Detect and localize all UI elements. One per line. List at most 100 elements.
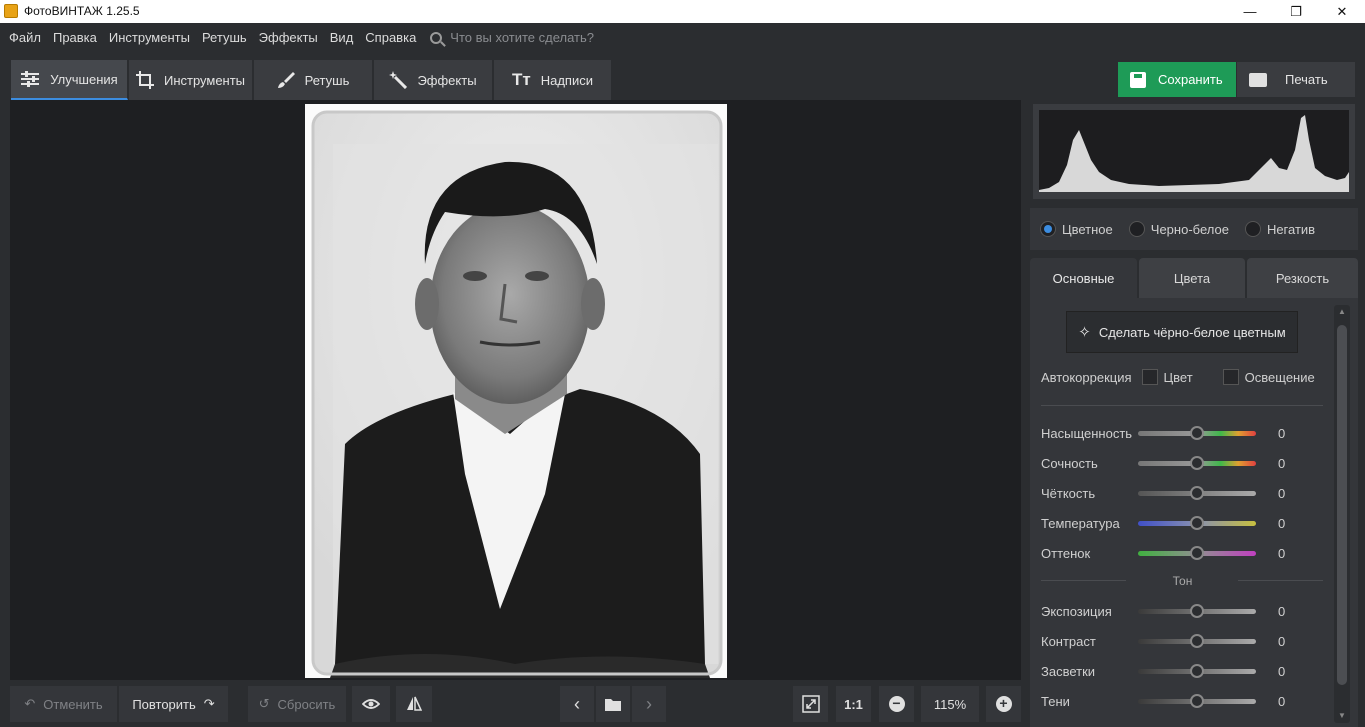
print-button[interactable]: Печать	[1237, 62, 1355, 97]
menu-file[interactable]: Файл	[9, 30, 41, 45]
radio-negative-label: Негатив	[1266, 221, 1316, 237]
slider-knob[interactable]	[1190, 515, 1204, 530]
zoom-out-button[interactable]: −	[879, 686, 914, 722]
slider-track[interactable]	[1138, 485, 1256, 500]
autocorrection-row: Автокоррекция Цвет Освещение	[1041, 369, 1315, 385]
printer-icon	[1249, 72, 1267, 87]
slider-clarity[interactable]: Чёткость 0	[1041, 483, 1311, 503]
menu-view[interactable]: Вид	[330, 30, 354, 45]
menu-edit[interactable]: Правка	[53, 30, 97, 45]
maximize-button[interactable]: ❐	[1273, 0, 1319, 23]
next-image-button[interactable]: ›	[632, 686, 666, 722]
search-box[interactable]: Что вы хотите сделать?	[430, 30, 594, 45]
radio-bw[interactable]	[1128, 221, 1145, 237]
scroll-down-icon[interactable]: ▼	[1337, 711, 1347, 721]
slider-value: 0	[1278, 425, 1286, 441]
tab-captions[interactable]: Tт Надписи	[494, 60, 612, 100]
sparkle-icon: ✧	[1078, 324, 1091, 341]
autocorrection-label: Автокоррекция	[1041, 369, 1132, 385]
eye-icon	[362, 699, 380, 709]
radio-color[interactable]	[1040, 221, 1056, 237]
autocorrect-light-label: Освещение	[1244, 369, 1315, 385]
slider-track[interactable]	[1138, 693, 1256, 708]
slider-knob[interactable]	[1190, 633, 1204, 648]
folder-icon	[605, 698, 621, 711]
color-mode-selector: Цветное Черно-белое Негатив	[1030, 208, 1358, 250]
menu-retouch[interactable]: Ретушь	[202, 30, 247, 45]
tab-colors[interactable]: Цвета	[1139, 258, 1245, 298]
autocorrect-light-checkbox[interactable]	[1222, 369, 1239, 385]
slider-label: Экспозиция	[1041, 603, 1112, 619]
slider-knob[interactable]	[1190, 603, 1204, 618]
open-folder-button[interactable]	[596, 686, 630, 722]
panel-scrollbar[interactable]: ▲ ▼	[1334, 305, 1350, 723]
slider-value: 0	[1278, 693, 1286, 709]
slider-tint[interactable]: Оттенок 0	[1041, 543, 1311, 563]
tab-effects[interactable]: Эффекты	[374, 60, 493, 100]
slider-knob[interactable]	[1190, 693, 1204, 708]
scroll-thumb[interactable]	[1337, 325, 1347, 685]
slider-knob[interactable]	[1190, 545, 1204, 560]
slider-vibrance[interactable]: Сочность 0	[1041, 453, 1311, 473]
actual-size-button[interactable]: 1:1	[836, 686, 871, 722]
slider-track[interactable]	[1138, 603, 1256, 618]
autocorrect-color-label: Цвет	[1163, 369, 1193, 385]
radio-negative[interactable]	[1244, 221, 1261, 237]
slider-highlights[interactable]: Засветки 0	[1041, 661, 1311, 681]
minimize-button[interactable]: —	[1227, 0, 1273, 23]
slider-saturation[interactable]: Насыщенность 0	[1041, 423, 1311, 443]
slider-knob[interactable]	[1190, 455, 1204, 470]
menu-help[interactable]: Справка	[365, 30, 416, 45]
slider-track[interactable]	[1138, 425, 1256, 440]
slider-knob[interactable]	[1190, 663, 1204, 678]
preview-button[interactable]	[352, 686, 390, 722]
sliders-icon	[21, 71, 40, 87]
slider-value: 0	[1278, 663, 1286, 679]
slider-exposure[interactable]: Экспозиция 0	[1041, 601, 1311, 621]
slider-track[interactable]	[1138, 455, 1256, 470]
slider-knob[interactable]	[1190, 485, 1204, 500]
tab-label: Ретушь	[304, 72, 350, 88]
tab-enhancements[interactable]: Улучшения	[11, 60, 128, 100]
undo-button[interactable]: ↶ Отменить	[10, 686, 117, 722]
slider-knob[interactable]	[1190, 425, 1204, 440]
menu-tools[interactable]: Инструменты	[109, 30, 190, 45]
image-canvas[interactable]	[10, 100, 1021, 680]
bottom-bar: ↶ Отменить Повторить ↷ ↺ Сбросить ‹ › 1:…	[0, 682, 1030, 727]
prev-image-button[interactable]: ‹	[560, 686, 594, 722]
title-bar: ФотоВИНТАЖ 1.25.5 — ❐ ✕	[0, 0, 1365, 23]
minus-circle-icon: −	[888, 696, 905, 712]
slider-label: Сочность	[1041, 455, 1098, 471]
slider-track[interactable]	[1138, 663, 1256, 678]
colorize-button[interactable]: ✧ Сделать чёрно-белое цветным	[1066, 311, 1298, 353]
slider-temperature[interactable]: Температура 0	[1041, 513, 1311, 533]
slider-track[interactable]	[1138, 633, 1256, 648]
slider-label: Контраст	[1041, 633, 1096, 649]
slider-track[interactable]	[1138, 515, 1256, 530]
tab-sharpness[interactable]: Резкость	[1247, 258, 1358, 298]
slider-label: Тени	[1041, 693, 1070, 709]
tab-retouch[interactable]: Ретушь	[254, 60, 373, 100]
tab-tools[interactable]: Инструменты	[129, 60, 253, 100]
slider-value: 0	[1278, 485, 1286, 501]
fit-screen-button[interactable]	[793, 686, 828, 722]
redo-button[interactable]: Повторить ↷	[119, 686, 228, 722]
menu-effects[interactable]: Эффекты	[259, 30, 318, 45]
scroll-up-icon[interactable]: ▲	[1337, 307, 1347, 317]
reset-button[interactable]: ↺ Сбросить	[248, 686, 346, 722]
radio-bw-label: Черно-белое	[1150, 221, 1229, 237]
undo-icon: ↶	[24, 696, 36, 711]
tab-label: Инструменты	[163, 72, 246, 88]
save-button[interactable]: Сохранить	[1118, 62, 1236, 97]
app-logo-icon	[4, 4, 18, 18]
slider-contrast[interactable]: Контраст 0	[1041, 631, 1311, 651]
autocorrect-color-checkbox[interactable]	[1141, 369, 1158, 385]
slider-track[interactable]	[1138, 545, 1256, 560]
close-button[interactable]: ✕	[1319, 0, 1365, 23]
compare-button[interactable]	[396, 686, 432, 722]
search-placeholder: Что вы хотите сделать?	[450, 30, 595, 45]
slider-shadows[interactable]: Тени 0	[1041, 691, 1311, 711]
zoom-in-button[interactable]: +	[986, 686, 1021, 722]
slider-label: Чёткость	[1041, 485, 1096, 501]
tab-basic[interactable]: Основные	[1030, 258, 1137, 298]
